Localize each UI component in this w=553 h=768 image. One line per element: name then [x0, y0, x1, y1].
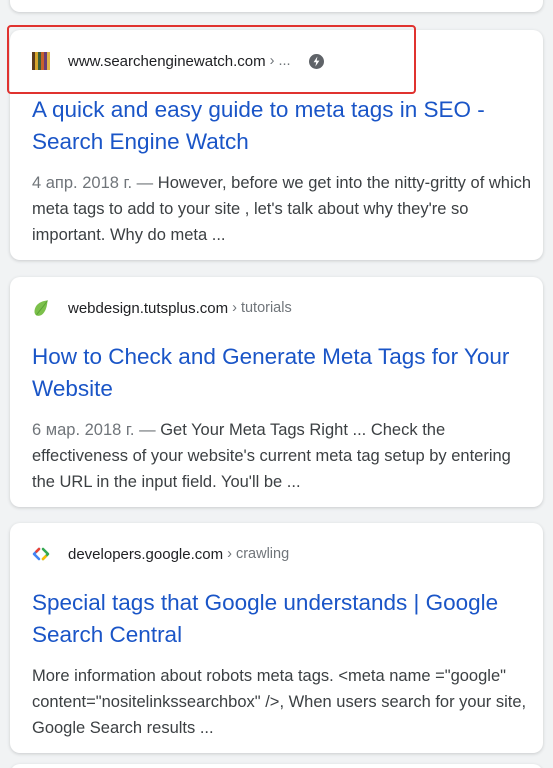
result-date: 4 апр. 2018 г. — — [32, 174, 154, 192]
result-source[interactable]: developers.google.com › crawling — [32, 542, 289, 566]
green-leaf-favicon-icon — [32, 299, 50, 317]
amp-lightning-icon — [308, 53, 324, 69]
result-snippet-text: More information about robots meta tags.… — [32, 667, 527, 737]
result-title-link[interactable]: Special tags that Google understands | G… — [32, 587, 527, 651]
result-snippet: More information about robots meta tags.… — [32, 663, 532, 741]
result-domain: developers.google.com — [68, 545, 224, 563]
result-source[interactable]: www.searchenginewatch.com › ... — [32, 49, 324, 73]
result-path: › ... — [269, 53, 291, 69]
result-domain: www.searchenginewatch.com — [68, 52, 266, 70]
search-result-card: www.searchenginewatch.com › ... A quick … — [10, 30, 543, 260]
search-result-card: developers.google.com › crawling Special… — [10, 523, 543, 753]
result-path: › tutorials — [232, 300, 292, 316]
code-brackets-favicon-icon — [32, 545, 50, 563]
search-result-card: webdesign.tutsplus.com › tutorials How t… — [10, 277, 543, 507]
result-title-link[interactable]: How to Check and Generate Meta Tags for … — [32, 341, 527, 405]
result-date: 6 мар. 2018 г. — — [32, 421, 156, 439]
result-snippet: 6 мар. 2018 г. — Get Your Meta Tags Righ… — [32, 417, 532, 495]
next-result-card — [10, 764, 543, 768]
result-path: › crawling — [227, 546, 290, 562]
result-snippet: 4 апр. 2018 г. — However, before we get … — [32, 170, 532, 248]
previous-result-card — [10, 0, 543, 12]
striped-bars-favicon-icon — [32, 52, 50, 70]
result-source[interactable]: webdesign.tutsplus.com › tutorials — [32, 296, 292, 320]
result-domain: webdesign.tutsplus.com — [68, 299, 229, 317]
result-title-link[interactable]: A quick and easy guide to meta tags in S… — [32, 94, 527, 158]
